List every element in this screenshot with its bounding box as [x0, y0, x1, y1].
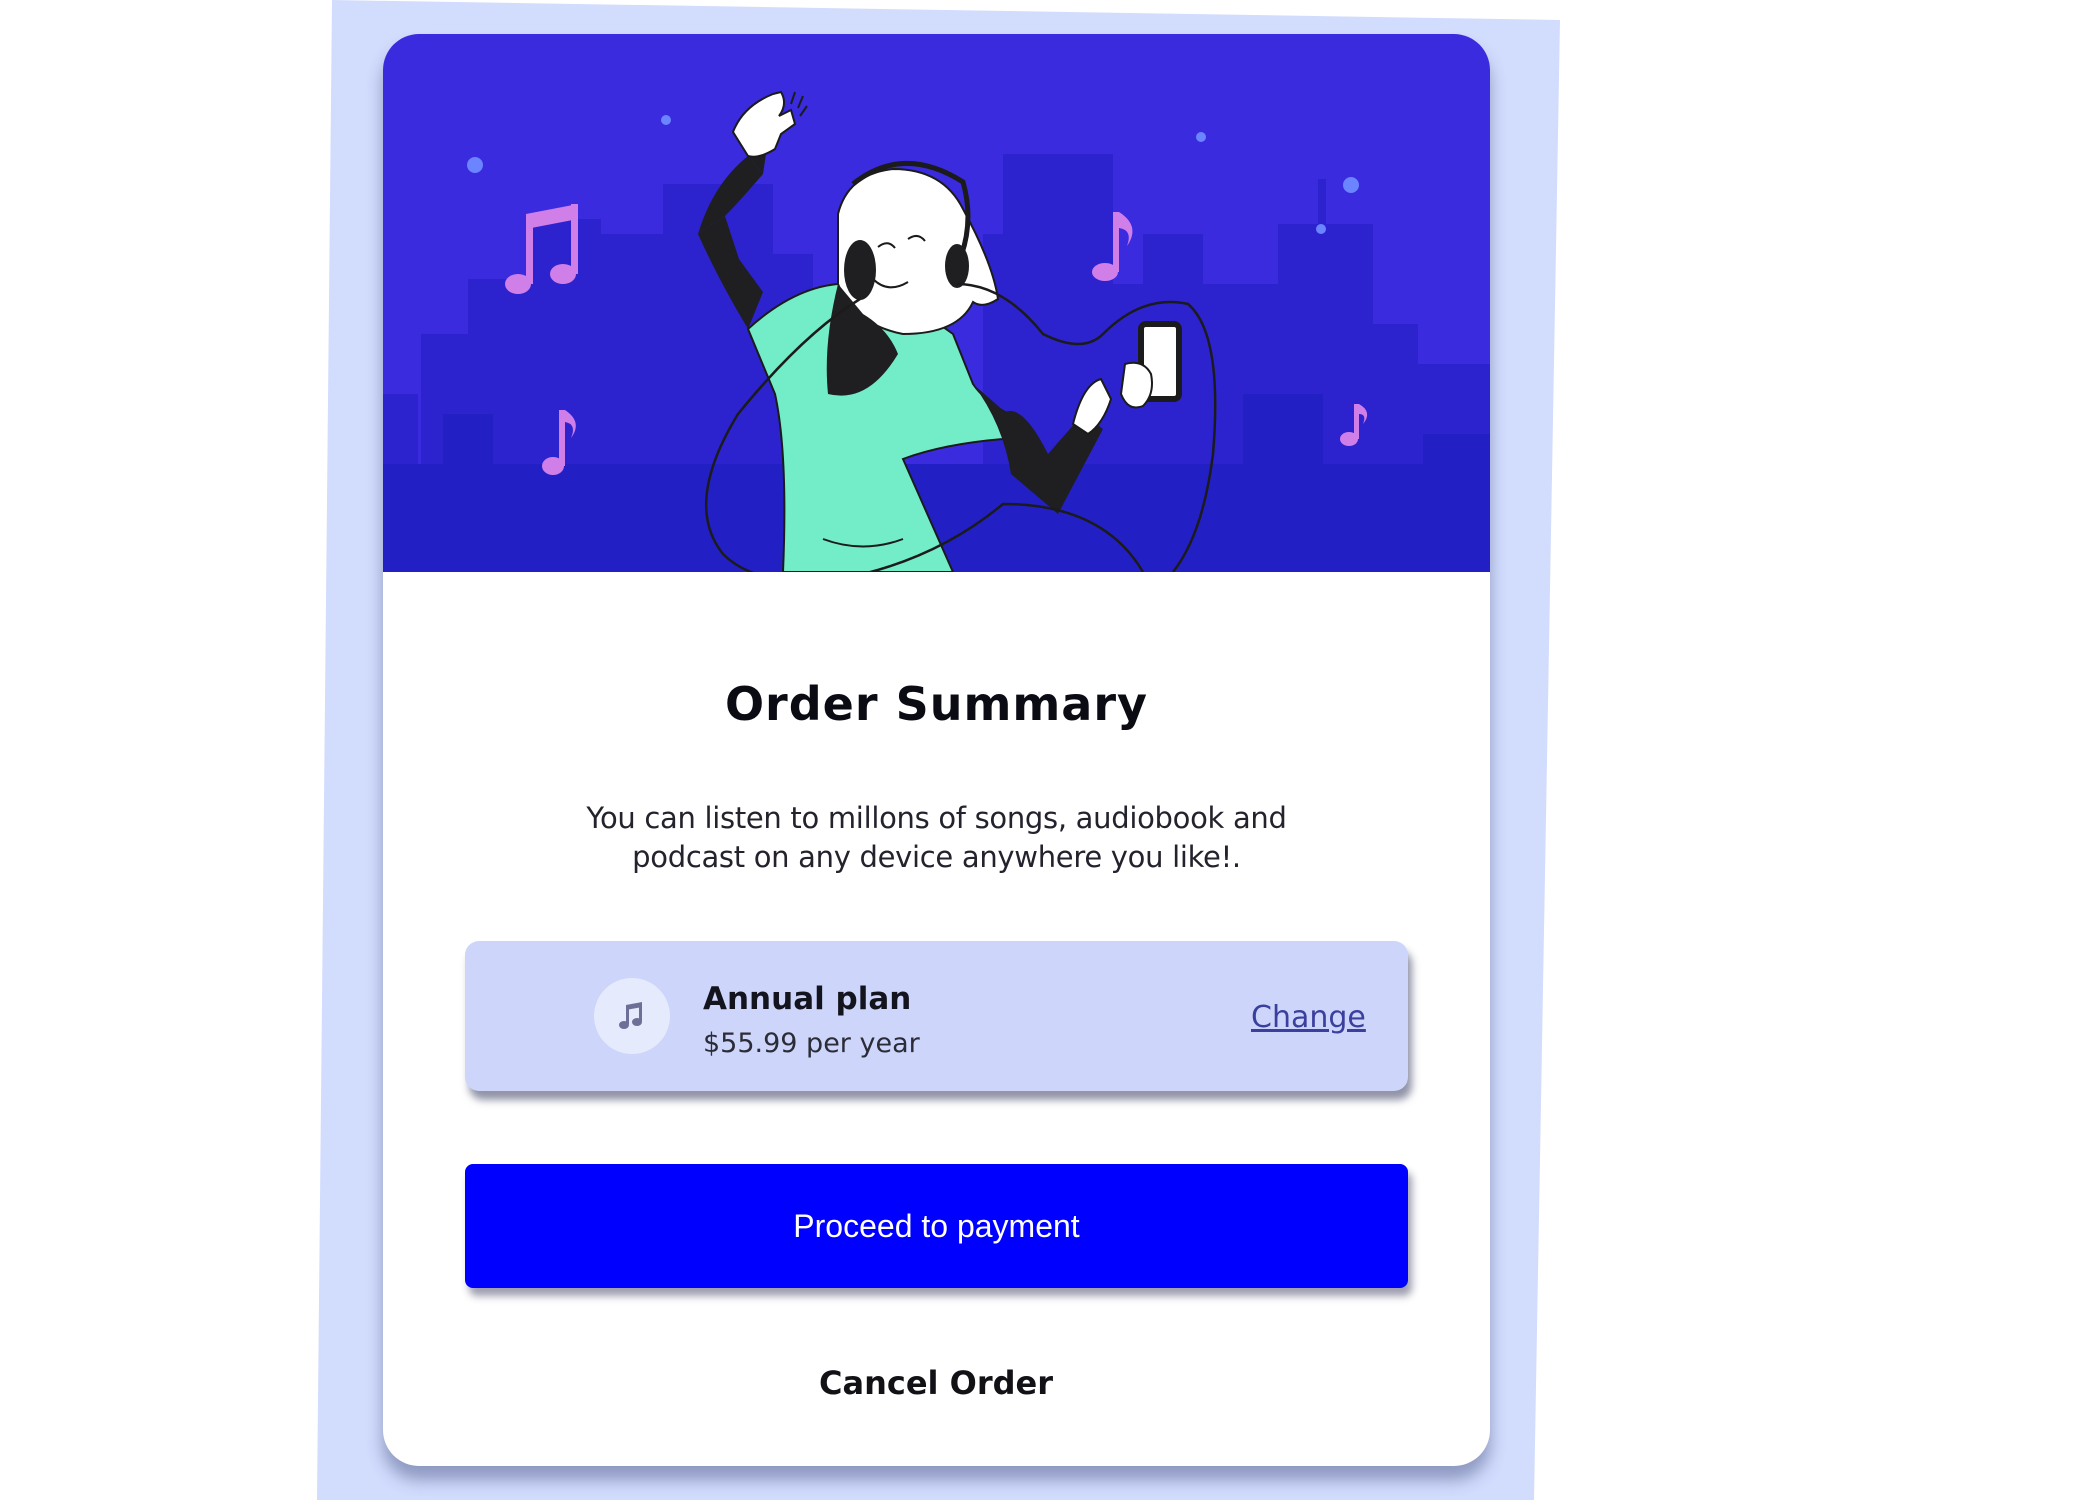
proceed-to-payment-button[interactable]: Proceed to payment	[465, 1164, 1408, 1288]
order-summary-card: Order Summary You can listen to millons …	[383, 34, 1490, 1466]
plan-price: $55.99 per year	[703, 1028, 920, 1059]
page-title: Order Summary	[724, 677, 1149, 731]
plan-name: Annual plan	[703, 981, 912, 1017]
page: Order Summary You can listen to millons …	[0, 0, 2100, 1500]
change-plan-link[interactable]: Change	[1251, 1000, 1366, 1035]
cancel-order-button[interactable]: Cancel Order	[736, 1353, 1136, 1413]
hero-illustration	[383, 34, 1490, 572]
order-content: Order Summary You can listen to millons …	[383, 572, 1490, 1466]
plan-summary: Annual plan $55.99 per year Change	[465, 941, 1408, 1091]
music-note-glyph	[619, 1002, 642, 1029]
music-note-icon	[594, 978, 670, 1054]
order-description: You can listen to millons of songs, audi…	[586, 801, 1287, 874]
